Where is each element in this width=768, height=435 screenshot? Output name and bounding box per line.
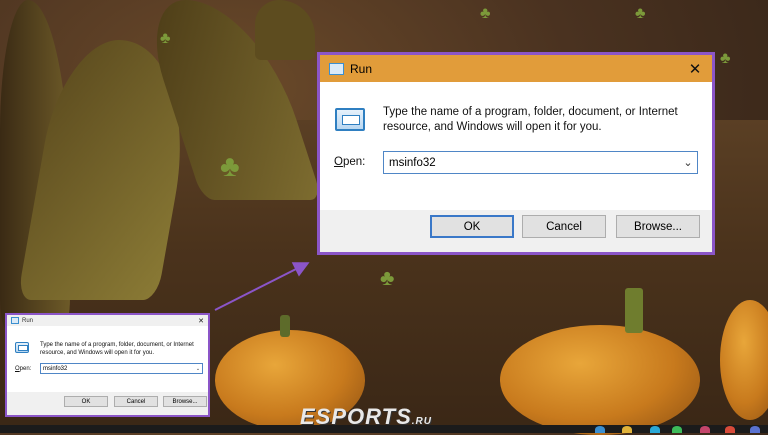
taskbar-app-icon[interactable] bbox=[622, 426, 632, 433]
chevron-down-icon[interactable]: ⌄ bbox=[679, 156, 697, 169]
open-label-mnemonic: O bbox=[334, 156, 343, 168]
close-icon: ✕ bbox=[688, 60, 702, 78]
title-bar[interactable]: Run ✕ bbox=[320, 55, 712, 82]
open-input[interactable]: msinfo32 bbox=[384, 157, 679, 169]
chevron-down-icon[interactable]: ⌄ bbox=[194, 366, 202, 372]
instructions-text: Type the name of a program, folder, docu… bbox=[40, 342, 194, 356]
browse-button[interactable]: Browse... bbox=[616, 215, 700, 238]
dialog-title: Run bbox=[22, 317, 34, 324]
close-button[interactable]: ✕ bbox=[678, 55, 712, 82]
wallpaper-sprout: ♣ bbox=[160, 30, 171, 47]
title-bar[interactable]: Run ✕ bbox=[7, 315, 208, 326]
taskbar-app-icon[interactable] bbox=[595, 426, 605, 433]
taskbar-app-icon[interactable] bbox=[725, 426, 735, 433]
instructions-text: Type the name of a program, folder, docu… bbox=[383, 106, 678, 133]
dialog-content: Type the name of a program, folder, docu… bbox=[7, 326, 208, 392]
run-dialog-small: Run ✕ Type the name of a program, folder… bbox=[5, 313, 210, 417]
ok-button[interactable]: OK bbox=[64, 396, 108, 407]
wallpaper-corn-leaf bbox=[255, 0, 315, 60]
taskbar-app-icon[interactable] bbox=[700, 426, 710, 433]
taskbar-app-icon[interactable] bbox=[750, 426, 760, 433]
wallpaper-pumpkin-stem bbox=[625, 288, 643, 333]
run-app-icon bbox=[11, 317, 19, 324]
wallpaper-sprout: ♣ bbox=[635, 5, 646, 22]
wallpaper-sprout: ♣ bbox=[480, 5, 491, 22]
open-combobox[interactable]: msinfo32 ⌄ bbox=[40, 363, 203, 374]
dialog-title: Run bbox=[350, 61, 373, 76]
run-app-icon bbox=[15, 342, 29, 353]
wallpaper-pumpkin bbox=[500, 325, 700, 435]
wallpaper-sprout: ♣ bbox=[380, 265, 395, 290]
wallpaper-sprout: ♣ bbox=[720, 50, 731, 67]
close-icon: ✕ bbox=[198, 317, 204, 325]
close-button[interactable]: ✕ bbox=[194, 315, 208, 326]
run-dialog-large: Run ✕ Type the name of a program, folder… bbox=[317, 52, 715, 255]
run-app-icon bbox=[335, 108, 365, 131]
cancel-button[interactable]: Cancel bbox=[522, 215, 606, 238]
open-label: Open: bbox=[334, 156, 365, 168]
browse-button[interactable]: Browse... bbox=[163, 396, 207, 407]
dialog-content: Type the name of a program, folder, docu… bbox=[320, 82, 712, 210]
wallpaper-sprout: ♣ bbox=[220, 150, 240, 183]
taskbar-app-icon[interactable] bbox=[650, 426, 660, 433]
wallpaper-pumpkin-stem bbox=[280, 315, 290, 337]
open-label-rest: pen: bbox=[19, 366, 32, 372]
run-app-icon bbox=[329, 62, 344, 75]
ok-button[interactable]: OK bbox=[430, 215, 514, 238]
cancel-button[interactable]: Cancel bbox=[114, 396, 158, 407]
open-label-rest: pen: bbox=[342, 156, 366, 168]
open-combobox[interactable]: msinfo32 ⌄ bbox=[383, 151, 698, 174]
open-input[interactable]: msinfo32 bbox=[41, 366, 194, 372]
open-label: Open: bbox=[15, 366, 31, 372]
taskbar-app-icon[interactable] bbox=[672, 426, 682, 433]
